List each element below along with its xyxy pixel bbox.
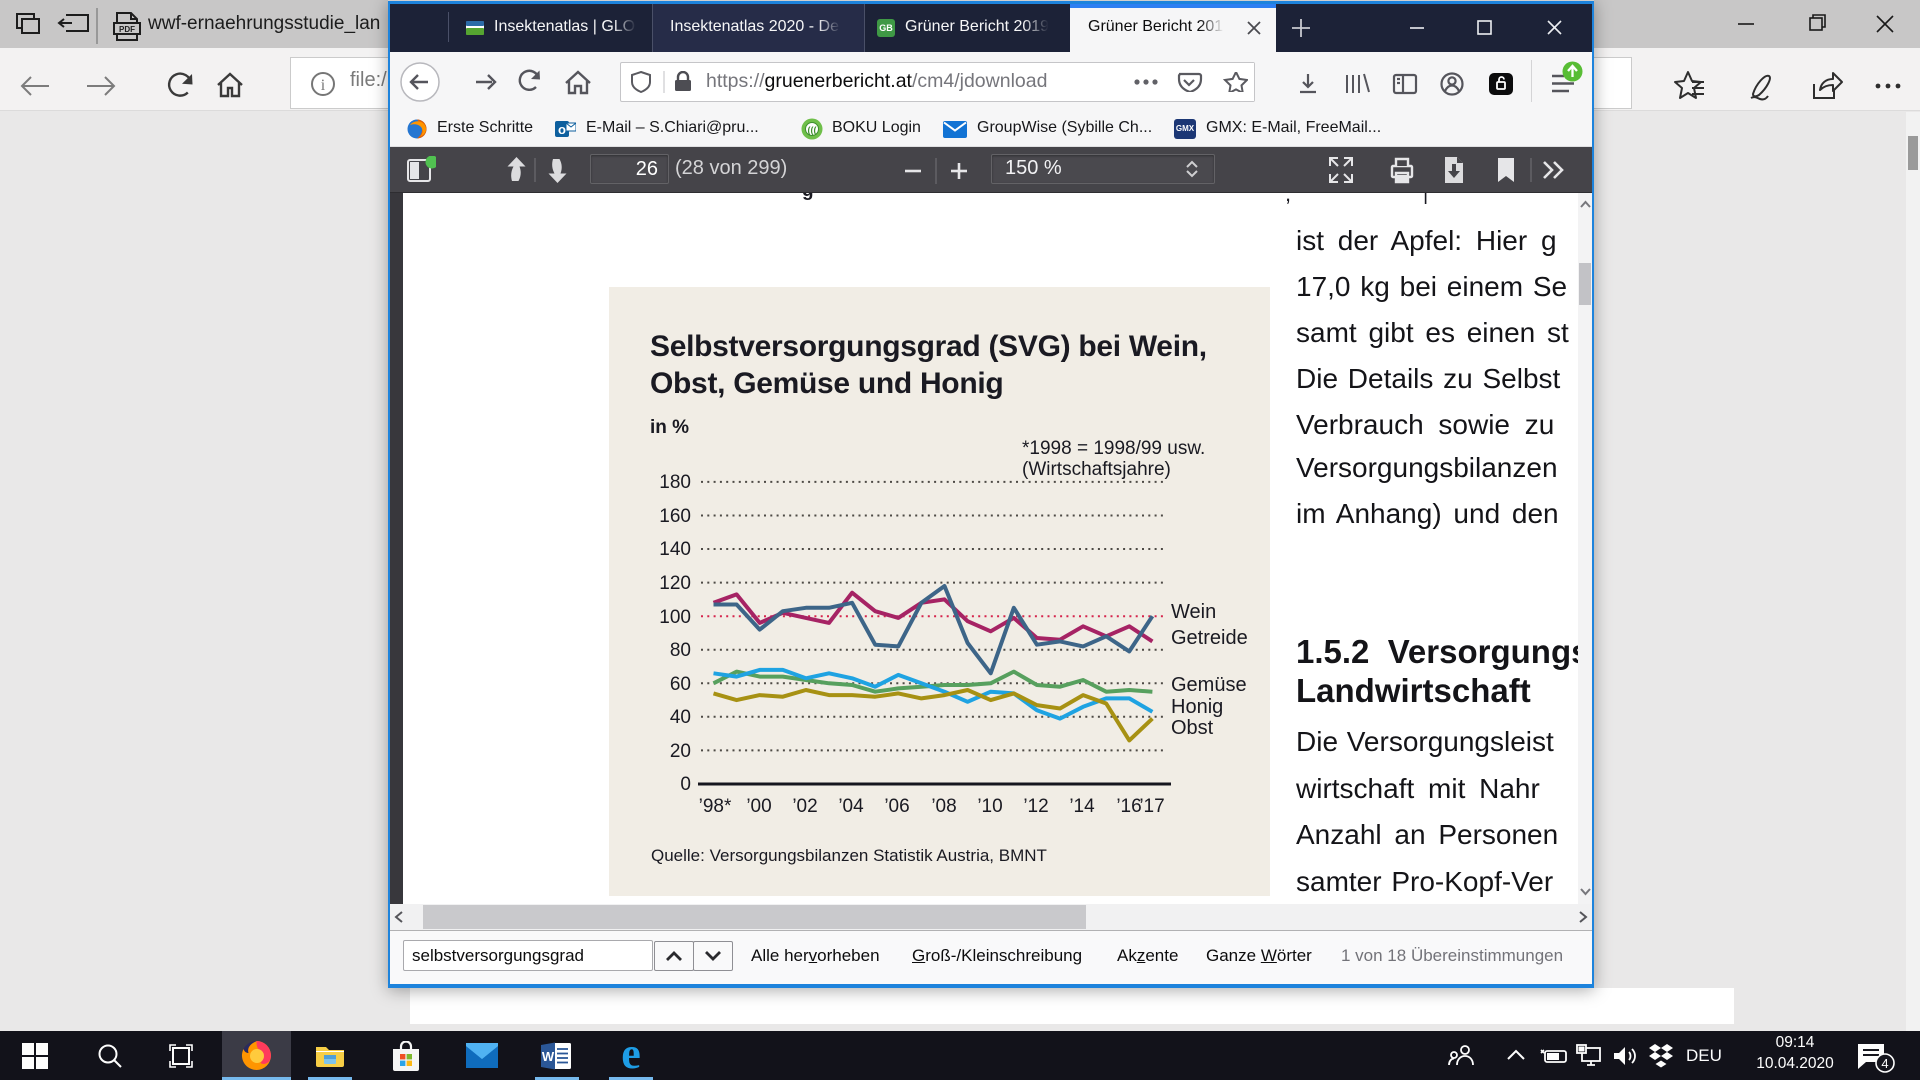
svg-text:PDF: PDF bbox=[119, 25, 135, 34]
svg-text:80: 80 bbox=[670, 640, 691, 661]
svg-text:’02: ’02 bbox=[792, 796, 817, 817]
svg-text:40: 40 bbox=[670, 707, 691, 728]
svg-text:Wein: Wein bbox=[1171, 601, 1216, 623]
svg-text:’14: ’14 bbox=[1069, 796, 1095, 817]
svg-text:’08: ’08 bbox=[931, 796, 956, 817]
svg-text:’98*: ’98* bbox=[699, 796, 732, 817]
svg-text:100: 100 bbox=[659, 607, 691, 628]
svg-text:’04: ’04 bbox=[838, 796, 864, 817]
svg-text:’10: ’10 bbox=[977, 796, 1002, 817]
svg-text:’17: ’17 bbox=[1139, 796, 1164, 817]
svg-text:o: o bbox=[558, 122, 566, 137]
svg-text:0: 0 bbox=[680, 774, 691, 795]
svg-text:180: 180 bbox=[659, 472, 691, 493]
svg-text:’12: ’12 bbox=[1023, 796, 1048, 817]
svg-text:Gemüse: Gemüse bbox=[1171, 674, 1247, 696]
svg-text:20: 20 bbox=[670, 741, 691, 762]
svg-text:160: 160 bbox=[659, 506, 691, 527]
svg-text:60: 60 bbox=[670, 674, 691, 695]
svg-text:’00: ’00 bbox=[746, 796, 771, 817]
svg-text:Getreide: Getreide bbox=[1171, 627, 1248, 649]
svg-text:’06: ’06 bbox=[884, 796, 909, 817]
svg-text:Obst: Obst bbox=[1171, 717, 1214, 739]
svg-text:’16: ’16 bbox=[1116, 796, 1141, 817]
svg-text:120: 120 bbox=[659, 573, 691, 594]
svg-text:i: i bbox=[321, 77, 326, 94]
svg-text:140: 140 bbox=[659, 539, 691, 560]
svg-text:W: W bbox=[542, 1049, 555, 1064]
svg-text:4: 4 bbox=[1881, 1056, 1888, 1071]
svg-text:(((: ((( bbox=[808, 125, 817, 135]
svg-text:Honig: Honig bbox=[1171, 696, 1223, 718]
